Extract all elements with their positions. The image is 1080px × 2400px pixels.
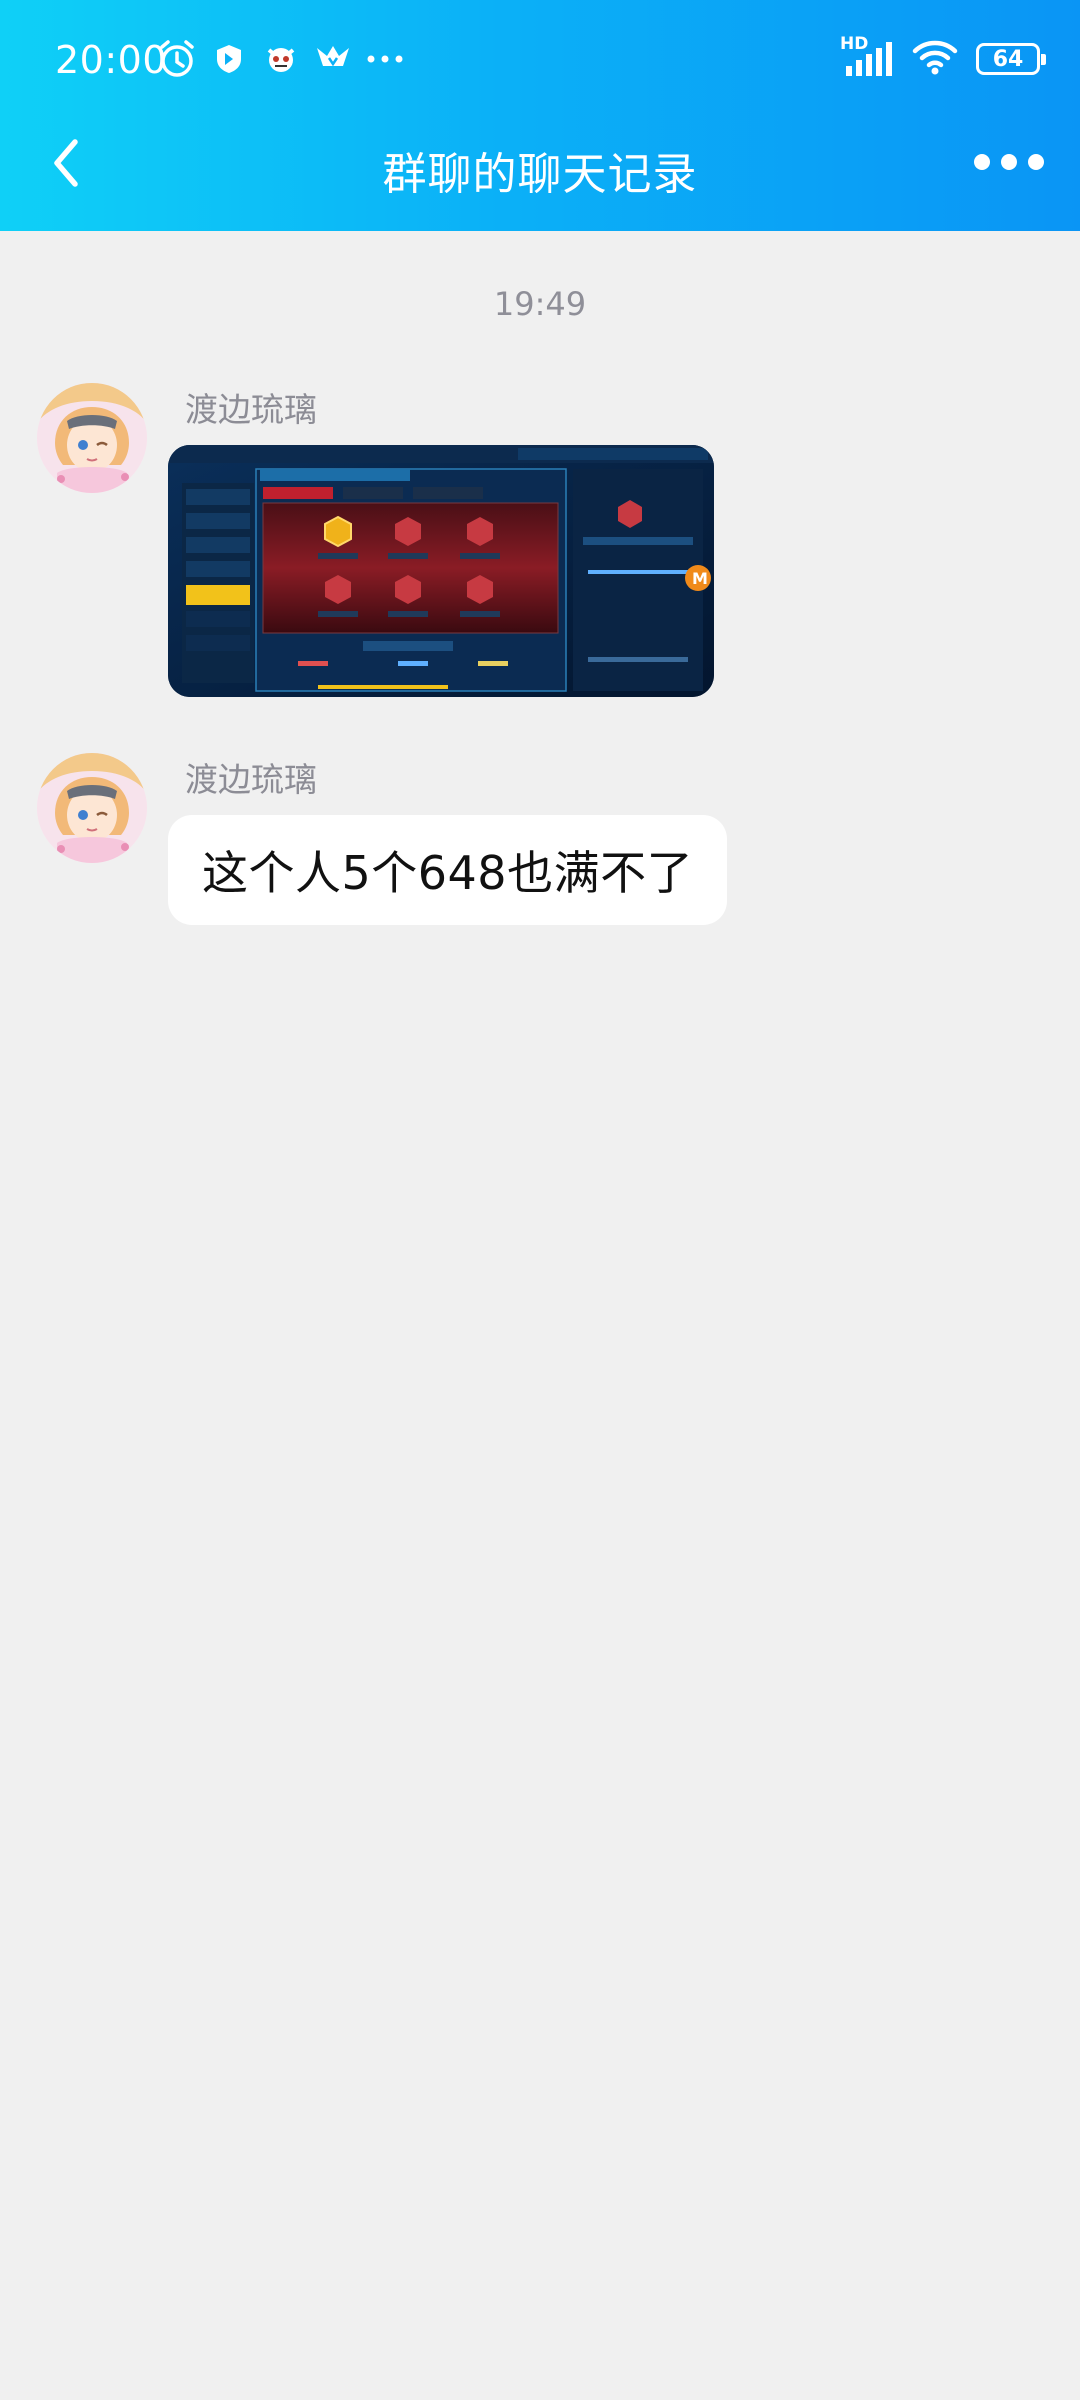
more-dots-icon bbox=[974, 154, 990, 170]
shield-app-icon bbox=[208, 38, 250, 80]
image-message[interactable]: M bbox=[168, 445, 714, 697]
more-button[interactable] bbox=[974, 142, 1044, 182]
header: 20:00 HD 64 群聊的聊天记录 bbox=[0, 0, 1080, 231]
sender-name: 渡边琉璃 bbox=[185, 390, 317, 429]
sender-name: 渡边琉璃 bbox=[185, 760, 317, 799]
system-icons: HD 64 bbox=[840, 34, 1046, 80]
message-item: 渡边琉璃 M bbox=[0, 383, 1080, 703]
battery-level: 64 bbox=[992, 46, 1024, 72]
status-time: 20:00 bbox=[55, 38, 168, 82]
signal-icon: HD bbox=[840, 34, 894, 80]
more-dot bbox=[1028, 154, 1044, 170]
game-screenshot-image: M bbox=[168, 445, 714, 697]
wifi-icon bbox=[912, 38, 958, 80]
chat-timestamp: 19:49 bbox=[493, 285, 587, 323]
wing-app-icon bbox=[312, 38, 354, 80]
message-text: 这个人5个648也满不了 bbox=[202, 846, 694, 900]
notification-icons bbox=[156, 38, 406, 80]
battery-icon: 64 bbox=[976, 43, 1046, 75]
message-item: 渡边琉璃 这个人5个648也满不了 bbox=[0, 753, 1080, 933]
avatar[interactable] bbox=[37, 383, 147, 493]
text-message-bubble[interactable]: 这个人5个648也满不了 bbox=[168, 815, 728, 925]
page-title: 群聊的聊天记录 bbox=[382, 149, 698, 200]
more-notifications-icon bbox=[364, 38, 406, 80]
avatar[interactable] bbox=[37, 753, 147, 863]
nav-bar: 群聊的聊天记录 bbox=[0, 120, 1080, 231]
status-bar: 20:00 HD 64 bbox=[0, 0, 1080, 120]
svg-text:M: M bbox=[692, 569, 708, 588]
mascot-app-icon bbox=[260, 38, 302, 80]
more-dot bbox=[1001, 154, 1017, 170]
alarm-icon bbox=[156, 38, 198, 80]
